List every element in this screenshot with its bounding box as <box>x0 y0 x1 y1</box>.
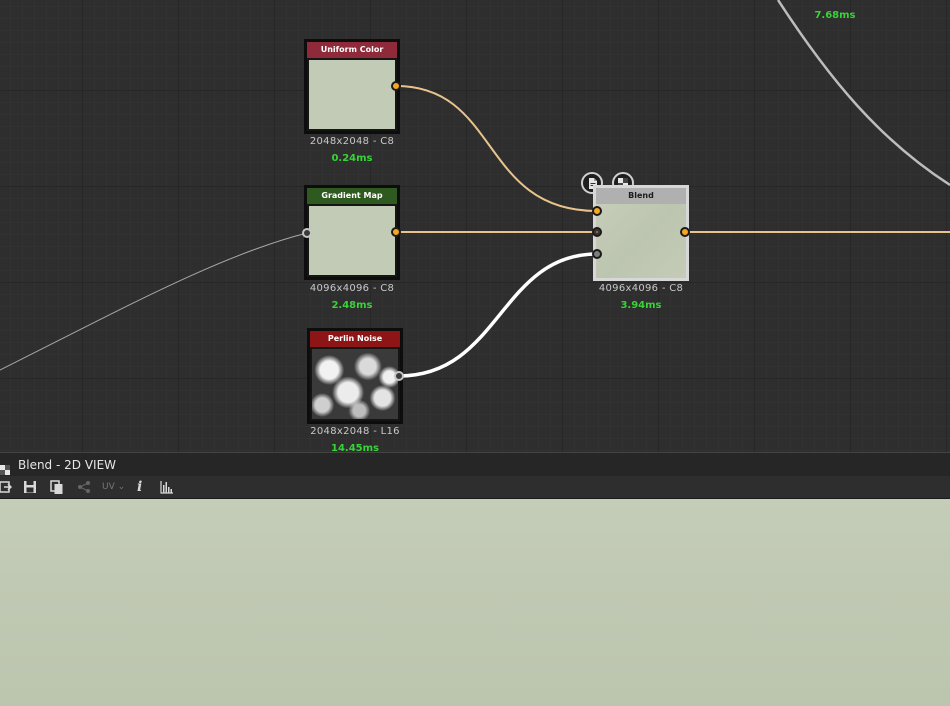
export-icon[interactable] <box>0 479 13 495</box>
node-preview-thumbnail <box>596 204 686 278</box>
node-perlin-noise[interactable]: Perlin Noise <box>307 328 403 424</box>
node-time: 14.45ms <box>330 443 379 452</box>
node-graph-canvas[interactable]: 7.68ms Uniform Color 2048x2048 - C8 0.24… <box>0 0 950 452</box>
share-icon[interactable] <box>77 479 91 495</box>
checker-icon <box>0 459 10 475</box>
input-port[interactable] <box>302 228 312 238</box>
view-2d-header: Blend - 2D VIEW <box>0 452 950 477</box>
blend-opacity-input-port[interactable] <box>592 249 602 259</box>
node-resolution: 2048x2048 - C8 <box>309 136 395 147</box>
node-gradient-map[interactable]: Gradient Map <box>304 185 400 280</box>
node-preview-thumbnail <box>309 60 395 129</box>
node-preview-thumbnail <box>312 349 398 419</box>
output-port[interactable] <box>391 227 401 237</box>
wire-gradient-input <box>0 232 308 371</box>
view-2d-canvas[interactable] <box>0 499 950 706</box>
node-time: 0.24ms <box>331 153 373 164</box>
node-uniform-color[interactable]: Uniform Color <box>304 39 400 134</box>
copy-icon[interactable] <box>50 479 64 495</box>
save-icon[interactable] <box>23 479 37 495</box>
node-resolution: 4096x4096 - C8 <box>598 283 684 294</box>
output-port[interactable] <box>391 81 401 91</box>
info-icon[interactable]: i <box>137 479 142 495</box>
node-resolution: 2048x2048 - L16 <box>310 426 400 437</box>
output-port[interactable] <box>680 227 690 237</box>
node-resolution: 4096x4096 - C8 <box>309 283 395 294</box>
output-port[interactable] <box>394 371 404 381</box>
uv-dropdown[interactable]: UV ⌄ <box>102 479 125 495</box>
view-toolbar: UV ⌄ i <box>0 476 950 499</box>
node-title: Gradient Map <box>307 188 397 204</box>
histogram-icon[interactable] <box>160 479 174 495</box>
chevron-down-icon: ⌄ <box>117 482 126 492</box>
wire-uniform-to-blend <box>395 85 598 212</box>
offscreen-node-time: 7.68ms <box>814 10 856 21</box>
node-blend[interactable]: Blend <box>593 185 689 281</box>
graph-connections <box>0 0 950 378</box>
node-title: Perlin Noise <box>310 331 400 347</box>
node-time: 3.94ms <box>620 300 662 311</box>
blend-background-input-port[interactable] <box>592 227 602 237</box>
node-title: Uniform Color <box>307 42 397 58</box>
view-title: Blend - 2D VIEW <box>18 458 117 472</box>
wire-perlin-to-blend <box>398 252 598 378</box>
node-preview-thumbnail <box>309 206 395 275</box>
node-title: Blend <box>596 188 686 204</box>
wire-offscreen-curve <box>776 0 950 187</box>
node-time: 2.48ms <box>331 300 373 311</box>
blend-foreground-input-port[interactable] <box>592 206 602 216</box>
uv-label: UV <box>102 482 115 492</box>
